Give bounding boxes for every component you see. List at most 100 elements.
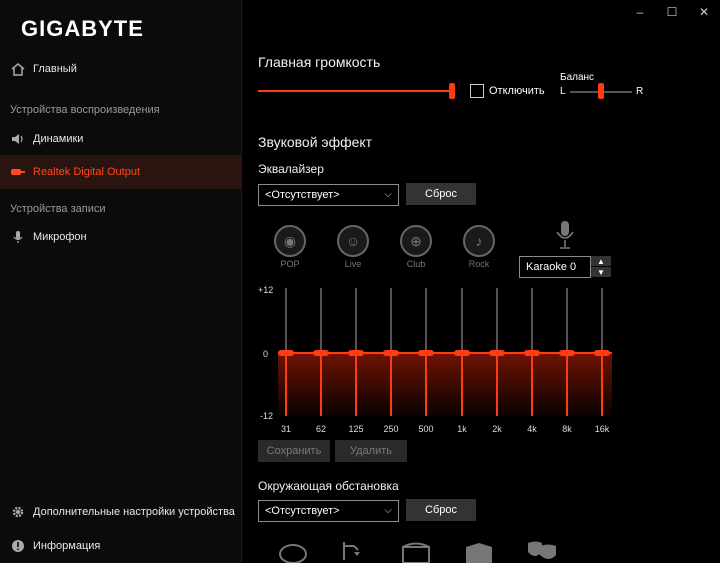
preset-live-label: Live: [344, 259, 362, 269]
karaoke-value: Karaoke 0: [526, 261, 577, 273]
eq-band-thumb[interactable]: [278, 350, 294, 356]
sidebar-item-label: Информация: [33, 540, 101, 552]
mute-label: Отключить: [489, 85, 545, 97]
eq-axis-min: -12: [260, 411, 274, 421]
shower-icon[interactable]: [340, 540, 364, 563]
equalizer-preset-select[interactable]: <Отсутствует> ⌵: [258, 184, 399, 206]
preset-rock[interactable]: ♪ Rock: [461, 225, 497, 269]
eq-band-fill: [461, 353, 463, 416]
eq-band-thumb[interactable]: [418, 350, 434, 356]
equalizer-preset-value: <Отсутствует>: [265, 189, 340, 201]
sidebar-item-home[interactable]: Главный: [0, 52, 242, 86]
home-icon: [10, 62, 26, 76]
eq-band-label: 31: [280, 424, 291, 434]
environment-title: Окружающая обстановка: [258, 479, 399, 493]
sidebar-item-speakers[interactable]: Динамики: [0, 122, 242, 156]
karaoke-microphone-icon: [555, 220, 575, 253]
chevron-down-icon: ⌵: [384, 189, 392, 200]
playback-section-heading: Устройства воспроизведения: [10, 104, 160, 116]
eq-axis-max: +12: [258, 285, 274, 295]
eq-band-label: 16k: [594, 424, 610, 434]
info-icon: [10, 539, 26, 553]
sound-effect-title: Звуковой эффект: [258, 134, 373, 150]
sidebar: GIGABYTE Главный Устройства воспроизведе…: [0, 0, 242, 563]
chevron-down-icon: ⌵: [384, 505, 392, 516]
equalizer-title: Эквалайзер: [258, 162, 324, 176]
eq-band-thumb[interactable]: [489, 350, 505, 356]
eq-band-label: 500: [418, 424, 434, 434]
eq-band-label: 125: [348, 424, 364, 434]
volume-slider-fill: [258, 90, 453, 92]
eq-band-label: 8k: [562, 424, 572, 434]
sidebar-item-digital-output[interactable]: Realtek Digital Output: [0, 155, 242, 189]
eq-band-label: 2k: [492, 424, 502, 434]
eq-band-label: 4k: [527, 424, 537, 434]
balance-slider-thumb[interactable]: [598, 83, 604, 99]
eq-band-thumb[interactable]: [559, 350, 575, 356]
record-section-heading: Устройства записи: [10, 203, 106, 215]
sidebar-item-advanced[interactable]: Дополнительные настройки устройства: [0, 495, 242, 529]
close-button[interactable]: ✕: [688, 0, 720, 24]
preset-rock-label: Rock: [468, 259, 490, 269]
volume-slider-thumb[interactable]: [449, 83, 456, 99]
eq-band-thumb[interactable]: [313, 350, 329, 356]
preset-club[interactable]: ⊕ Club: [398, 225, 434, 269]
eq-band-fill: [531, 353, 533, 416]
karaoke-field[interactable]: Karaoke 0: [519, 256, 591, 278]
sidebar-item-label: Realtek Digital Output: [33, 166, 140, 178]
main-volume-title: Главная громкость: [258, 54, 381, 70]
maximize-button[interactable]: ☐: [656, 0, 688, 24]
eq-band-label: 250: [383, 424, 399, 434]
delete-preset-button[interactable]: Удалить: [335, 440, 407, 462]
environment-preset-value: <Отсутствует>: [265, 505, 340, 517]
sidebar-item-label: Динамики: [33, 133, 84, 145]
eq-band-label: 1k: [457, 424, 467, 434]
eq-band-thumb[interactable]: [524, 350, 540, 356]
eq-fill-area: [278, 353, 612, 417]
eq-band-fill: [566, 353, 568, 416]
balance-title: Баланс: [560, 72, 595, 83]
eq-band-thumb[interactable]: [348, 350, 364, 356]
sidebar-item-label: Главный: [33, 63, 77, 75]
minimize-button[interactable]: –: [624, 0, 656, 24]
vinyl-icon: ◉: [274, 225, 306, 257]
eq-band-fill: [425, 353, 427, 416]
eq-band-label: 62: [315, 424, 326, 434]
arena-icon[interactable]: [400, 542, 432, 563]
theater-icon[interactable]: [464, 543, 494, 563]
karaoke-up-button[interactable]: ▲: [591, 256, 611, 266]
eq-band-fill: [355, 353, 357, 416]
preset-club-label: Club: [406, 259, 426, 269]
speaker-icon: [10, 132, 26, 146]
equalizer-reset-button[interactable]: Сброс: [406, 183, 476, 205]
sidebar-item-label: Дополнительные настройки устройства: [33, 506, 235, 518]
guitar-icon: ♪: [463, 225, 495, 257]
environment-reset-button[interactable]: Сброс: [406, 499, 476, 521]
karaoke-down-button[interactable]: ▼: [591, 267, 611, 277]
drama-masks-icon[interactable]: [526, 540, 558, 563]
balance-left-label: L: [560, 86, 566, 97]
eq-band-fill: [285, 353, 287, 416]
stadium-icon[interactable]: [278, 542, 308, 563]
preset-live[interactable]: ☺ Live: [335, 225, 371, 269]
environment-preset-select[interactable]: <Отсутствует> ⌵: [258, 500, 399, 522]
sidebar-item-info[interactable]: Информация: [0, 529, 242, 563]
sidebar-item-label: Микрофон: [33, 231, 87, 243]
save-preset-button[interactable]: Сохранить: [258, 440, 330, 462]
eq-band-thumb[interactable]: [383, 350, 399, 356]
digital-output-icon: [10, 165, 26, 179]
microphone-icon: [10, 230, 26, 244]
balance-right-label: R: [636, 86, 644, 97]
gear-icon: [10, 505, 26, 519]
preset-pop-label: POP: [280, 259, 300, 269]
eq-band-thumb[interactable]: [454, 350, 470, 356]
mute-checkbox[interactable]: [470, 84, 484, 98]
eq-axis-zero: 0: [263, 349, 269, 359]
eq-band-fill: [496, 353, 498, 416]
preset-pop[interactable]: ◉ POP: [272, 225, 308, 269]
eq-band-thumb[interactable]: [594, 350, 610, 356]
eq-band-fill: [390, 353, 392, 416]
brand-logo: GIGABYTE: [21, 16, 144, 41]
singer-icon: ☺: [337, 225, 369, 257]
sidebar-item-microphone[interactable]: Микрофон: [0, 220, 242, 254]
